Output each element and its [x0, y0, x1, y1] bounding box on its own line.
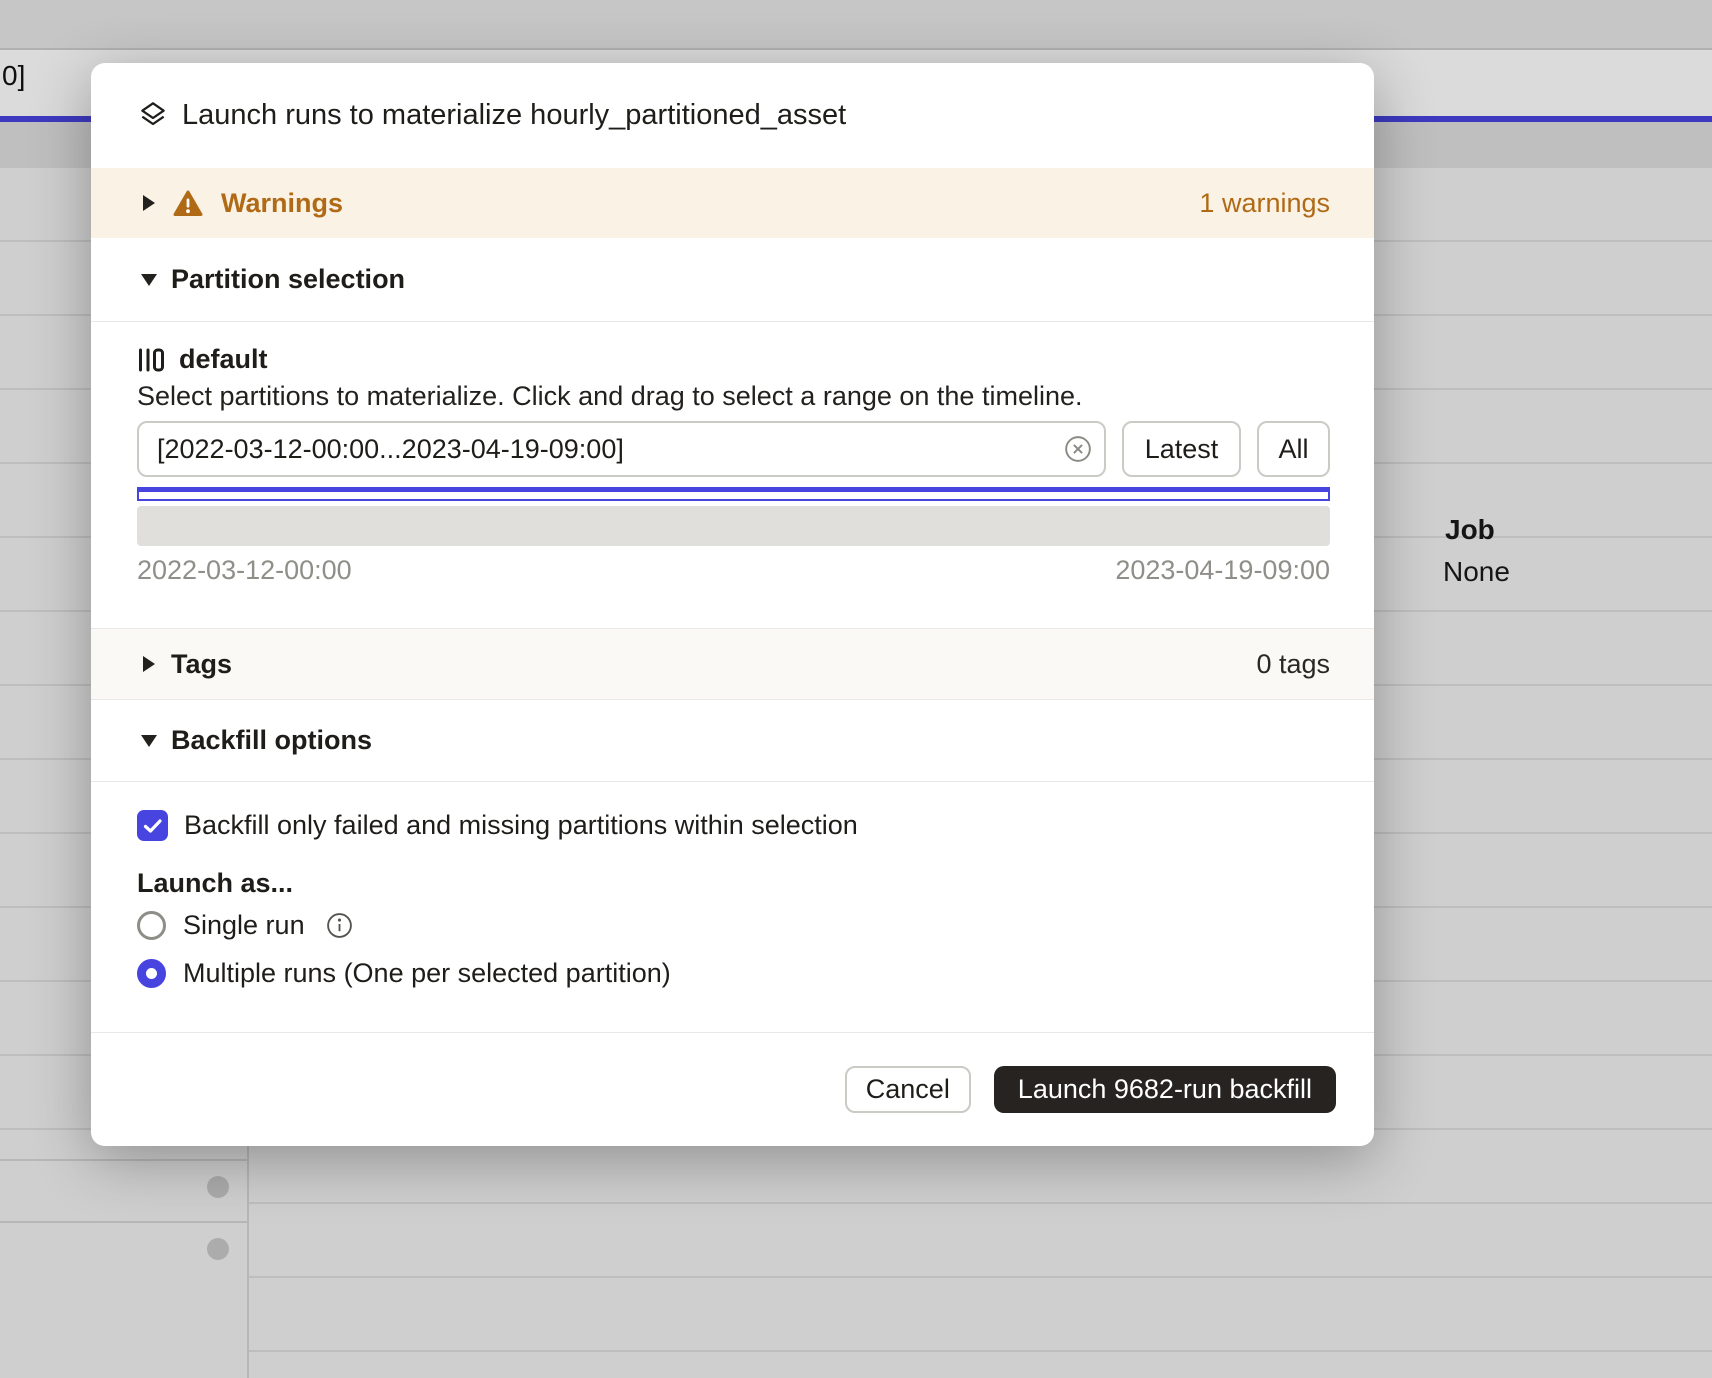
checkbox-label[interactable]: Backfill only failed and missing partiti…: [184, 810, 858, 841]
layers-icon: [137, 100, 169, 132]
tags-header: Tags: [171, 649, 232, 680]
chevron-down-icon: [141, 735, 157, 747]
clear-circle-icon: [1064, 435, 1092, 463]
dialog-title: Launch runs to materialize hourly_partit…: [182, 99, 846, 132]
screen: 0] Job None Launch runs to materialize h…: [0, 0, 1712, 1378]
partition-selection-header: Partition selection: [171, 264, 405, 295]
backfill-options-toggle[interactable]: Backfill options: [91, 700, 1374, 782]
warnings-count: 1 warnings: [1199, 188, 1330, 219]
clear-selection-button[interactable]: [1064, 435, 1092, 463]
chevron-right-icon: [143, 195, 155, 211]
backfill-options-body: Backfill only failed and missing partiti…: [91, 782, 1374, 1032]
dialog-header: Launch runs to materialize hourly_partit…: [91, 63, 1374, 168]
partition-selection-toggle[interactable]: Partition selection: [91, 238, 1374, 322]
single-run-label[interactable]: Single run: [183, 910, 305, 941]
cancel-button[interactable]: Cancel: [845, 1066, 971, 1113]
launch-backfill-button[interactable]: Launch 9682-run backfill: [994, 1066, 1336, 1113]
tags-count: 0 tags: [1256, 649, 1330, 680]
partition-help-text: Select partitions to materialize. Click …: [137, 381, 1083, 412]
timeline-end-label: 2023-04-19-09:00: [1115, 555, 1330, 586]
tags-section-toggle[interactable]: Tags 0 tags: [91, 628, 1374, 700]
launch-backfill-dialog: Launch runs to materialize hourly_partit…: [91, 63, 1374, 1146]
partition-input-row: Latest All: [137, 421, 1330, 477]
dimension-row: default: [137, 344, 268, 375]
timeline-date-labels: 2022-03-12-00:00 2023-04-19-09:00: [137, 555, 1330, 586]
partition-selection-body: default Select partitions to materialize…: [91, 322, 1374, 628]
multiple-runs-radio-row[interactable]: Multiple runs (One per selected partitio…: [137, 958, 671, 989]
dialog-footer: Cancel Launch 9682-run backfill: [91, 1032, 1374, 1146]
partition-range-input[interactable]: [137, 421, 1106, 477]
launch-as-label: Launch as...: [137, 868, 293, 899]
timeline-selection-range[interactable]: [137, 487, 1330, 501]
warning-triangle-icon: [173, 190, 203, 217]
timeline-start-label: 2022-03-12-00:00: [137, 555, 352, 586]
radio-selected[interactable]: [137, 959, 166, 988]
info-icon[interactable]: [326, 912, 353, 939]
partition-range-input-wrap: [137, 421, 1106, 477]
failed-missing-checkbox-row[interactable]: Backfill only failed and missing partiti…: [137, 810, 858, 841]
checkbox-checked[interactable]: [137, 810, 168, 841]
check-icon: [143, 818, 163, 834]
all-button[interactable]: All: [1257, 421, 1330, 477]
radio-unselected[interactable]: [137, 911, 166, 940]
warnings-label: Warnings: [221, 188, 343, 219]
latest-button[interactable]: Latest: [1122, 421, 1241, 477]
chevron-down-icon: [141, 274, 157, 286]
backfill-options-header: Backfill options: [171, 725, 372, 756]
dimension-name: default: [179, 344, 268, 375]
partition-set-icon: [137, 347, 165, 373]
single-run-radio-row[interactable]: Single run: [137, 910, 353, 941]
timeline-partition-bar[interactable]: [137, 506, 1330, 546]
warnings-section-toggle[interactable]: Warnings 1 warnings: [91, 168, 1374, 238]
chevron-right-icon: [143, 656, 155, 672]
multiple-runs-label[interactable]: Multiple runs (One per selected partitio…: [183, 958, 671, 989]
